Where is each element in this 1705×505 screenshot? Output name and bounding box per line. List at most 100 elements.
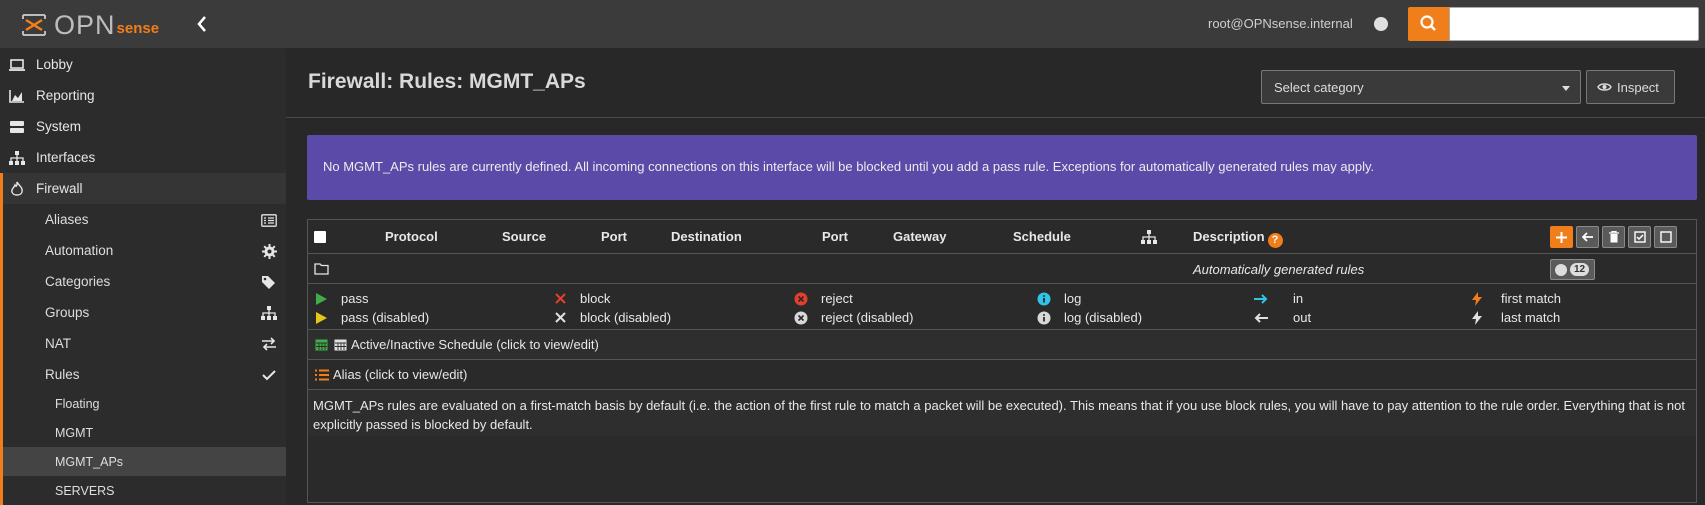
arrow-right-icon	[1254, 292, 1268, 306]
sidebar-item-system[interactable]: System	[0, 111, 286, 142]
legend-first-match: first match	[1470, 291, 1561, 306]
user-menu[interactable]: root@OPNsense.internal	[1208, 16, 1353, 31]
legend-label: block (disabled)	[580, 310, 672, 325]
opnsense-logo[interactable]: OPN sense	[20, 9, 159, 41]
legend-reject: reject	[794, 291, 853, 306]
delete-selected-button[interactable]	[1602, 226, 1625, 248]
server-icon	[8, 118, 26, 136]
area-chart-icon	[8, 87, 26, 105]
calendar-icon	[334, 339, 347, 351]
table-header: Protocol Source Port Destination Port Ga…	[308, 220, 1696, 254]
alias-legend-row[interactable]: Alias (click to view/edit)	[308, 360, 1696, 390]
search-button[interactable]	[1408, 7, 1449, 41]
play-icon	[314, 292, 328, 306]
sidebar-item-label: Floating	[55, 396, 100, 411]
category-select[interactable]: Select category	[1261, 70, 1581, 104]
collapse-sidebar-button[interactable]	[195, 14, 211, 36]
chevron-left-icon	[197, 16, 206, 32]
no-rules-alert: No MGMT_APs rules are currently defined.…	[307, 135, 1697, 200]
bolt-icon	[1470, 291, 1484, 306]
col-description-label: Description	[1193, 229, 1265, 244]
sidebar-item-categories[interactable]: Categories	[0, 266, 286, 297]
autogen-rules-label: Automatically generated rules	[1193, 262, 1365, 277]
logo-suffix: sense	[116, 19, 160, 37]
list-alt-icon	[260, 211, 278, 229]
sidebar-item-servers[interactable]: SERVERS	[0, 476, 286, 505]
sidebar-item-firewall[interactable]: Firewall	[0, 173, 286, 204]
sidebar: Lobby Reporting System Interfaces Firewa…	[0, 49, 286, 505]
legend-label: log	[1064, 291, 1082, 306]
arrow-left-icon	[1581, 232, 1593, 242]
times-icon	[553, 292, 567, 306]
legend-label: last match	[1501, 310, 1561, 325]
legend-label: log (disabled)	[1064, 310, 1143, 325]
select-all-checkbox[interactable]	[314, 231, 326, 243]
help-icon[interactable]: ?	[1267, 233, 1283, 248]
fire-icon	[8, 180, 26, 198]
sidebar-item-label: MGMT_APs	[55, 454, 124, 469]
autogen-count: 12	[1570, 263, 1590, 276]
calendar-icon	[315, 339, 328, 351]
add-rule-button[interactable]	[1550, 226, 1573, 248]
sidebar-item-mgmt[interactable]: MGMT	[0, 418, 286, 447]
chevron-down-circle-icon	[1555, 263, 1567, 276]
autogen-rules-row[interactable]: Automatically generated rules 12	[308, 254, 1696, 284]
cog-icon	[260, 242, 278, 260]
main-content: Firewall: Rules: MGMT_APs Select categor…	[286, 49, 1705, 505]
times-circle-icon	[794, 292, 808, 306]
schedule-legend-row[interactable]: Active/Inactive Schedule (click to view/…	[308, 330, 1696, 360]
sidebar-item-automation[interactable]: Automation	[0, 235, 286, 266]
legend-label: out	[1293, 310, 1312, 325]
enable-selected-button[interactable]	[1628, 226, 1651, 248]
sidebar-item-aliases[interactable]: Aliases	[0, 204, 286, 235]
sidebar-item-label: System	[36, 119, 82, 134]
sidebar-item-floating[interactable]: Floating	[0, 389, 286, 418]
sidebar-item-label: Lobby	[36, 57, 73, 72]
times-icon	[553, 311, 567, 325]
sidebar-item-reporting[interactable]: Reporting	[0, 80, 286, 111]
play-icon	[314, 311, 328, 325]
legend-log-disabled: log (disabled)	[1037, 310, 1142, 325]
sidebar-item-label: Aliases	[45, 212, 89, 227]
legend-block-disabled: block (disabled)	[553, 310, 671, 325]
search-input[interactable]	[1449, 7, 1699, 41]
check-icon	[260, 366, 278, 384]
category-select-value: Select category	[1274, 80, 1364, 95]
sidebar-item-groups[interactable]: Groups	[0, 297, 286, 328]
legend-last-match: last match	[1470, 310, 1560, 325]
legend-label: pass	[341, 291, 369, 306]
folder-icon	[314, 262, 329, 278]
theme-toggle-icon[interactable]	[1374, 17, 1388, 31]
laptop-icon	[8, 56, 26, 74]
sidebar-item-label: Rules	[45, 367, 80, 382]
page-header: Firewall: Rules: MGMT_APs Select categor…	[286, 49, 1705, 118]
col-source-port: Port	[601, 229, 627, 244]
disable-selected-button[interactable]	[1654, 226, 1677, 248]
inspect-button[interactable]: Inspect	[1586, 70, 1675, 104]
sitemap-icon	[260, 304, 278, 322]
eye-icon	[1597, 83, 1612, 91]
sidebar-item-mgmt-aps[interactable]: MGMT_APs	[0, 447, 286, 476]
info-circle-icon	[1037, 292, 1051, 306]
info-circle-icon	[1037, 311, 1051, 325]
trash-icon	[1608, 231, 1619, 243]
legend-label: reject (disabled)	[821, 310, 914, 325]
legend-reject-disabled: reject (disabled)	[794, 310, 914, 325]
legend-block: block	[553, 291, 610, 306]
caret-down-icon	[1562, 86, 1570, 91]
top-navbar: OPN sense root@OPNsense.internal	[0, 0, 1705, 49]
move-rules-button[interactable]	[1576, 226, 1599, 248]
sidebar-item-interfaces[interactable]: Interfaces	[0, 142, 286, 173]
table-actions	[1550, 226, 1677, 248]
sidebar-item-label: Reporting	[36, 88, 95, 103]
sidebar-item-lobby[interactable]: Lobby	[0, 49, 286, 80]
sidebar-item-label: SERVERS	[55, 483, 115, 498]
legend-log: log	[1037, 291, 1081, 306]
list-icon	[315, 369, 329, 380]
sidebar-item-label: Automation	[45, 243, 114, 258]
sitemap-icon	[1141, 230, 1157, 247]
sidebar-item-rules[interactable]: Rules	[0, 359, 286, 390]
sidebar-item-nat[interactable]: NAT	[0, 328, 286, 359]
autogen-toggle-button[interactable]: 12	[1550, 259, 1595, 280]
rules-table: Protocol Source Port Destination Port Ga…	[307, 219, 1697, 503]
